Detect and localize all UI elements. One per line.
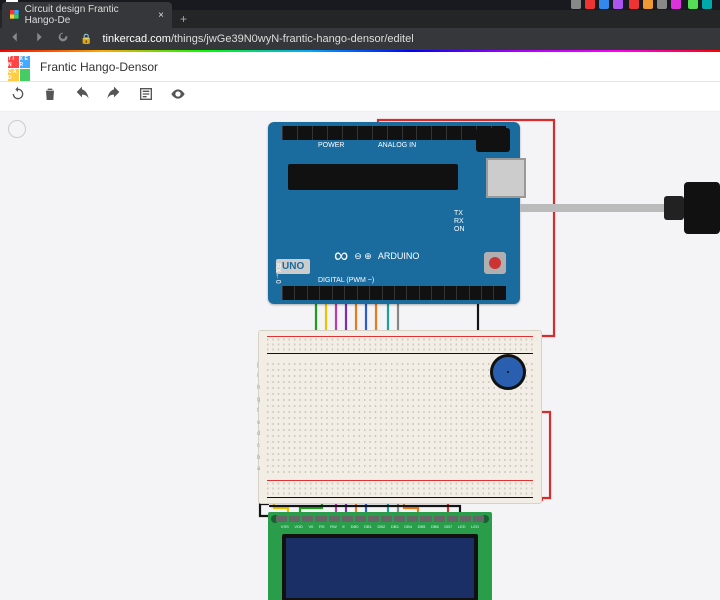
nav-back-button[interactable] (8, 30, 22, 49)
potentiometer[interactable] (490, 354, 526, 390)
uno-label: UNO (276, 259, 310, 274)
arduino-uno-board[interactable]: UNO ∞⊖ ⊕ARDUINO POWER ANALOG IN DIGITAL … (268, 122, 520, 304)
notes-button[interactable] (138, 86, 154, 107)
delete-button[interactable] (42, 86, 58, 107)
analog-label: ANALOG IN (378, 142, 416, 149)
visibility-button[interactable] (170, 86, 186, 107)
zoom-to-fit-button[interactable] (8, 120, 26, 138)
digital-label: DIGITAL (PWM ~) (318, 277, 374, 284)
system-tray (569, 0, 714, 11)
project-name[interactable]: Frantic Hango-Densor (40, 60, 158, 74)
lcd-16x2[interactable]: VSSVDDV0RSRWEDB0DB1DB2DB3DB4DB5DB6DB7LED… (268, 512, 492, 600)
reset-button[interactable] (484, 252, 506, 274)
url-text[interactable]: tinkercad.com/things/jwGe39N0wyN-frantic… (102, 33, 712, 45)
favicon-icon (10, 10, 19, 20)
on-label: ON (454, 226, 465, 233)
arduino-header-top[interactable] (282, 126, 506, 140)
arduino-brand: ∞⊖ ⊕ARDUINO (334, 246, 419, 266)
lock-icon: 🔒 (80, 34, 92, 45)
power-label: POWER (318, 142, 344, 149)
lcd-pin-header[interactable] (276, 516, 484, 524)
editor-toolbar (0, 82, 720, 112)
lcd-screen (282, 534, 478, 600)
close-tab-icon[interactable]: × (158, 10, 164, 21)
tab-title: Circuit design Frantic Hango-De (25, 4, 148, 26)
circuit-canvas[interactable]: UNO ∞⊖ ⊕ARDUINO POWER ANALOG IN DIGITAL … (0, 112, 720, 600)
browser-tab-strip: Circuit design Frantic Hango-De × + (0, 10, 720, 28)
redo-button[interactable] (106, 86, 122, 107)
undo-button[interactable] (74, 86, 90, 107)
browser-tab-active[interactable]: Circuit design Frantic Hango-De × (2, 2, 172, 28)
usb-plug-icon (684, 182, 720, 234)
tx-label: TX (454, 210, 463, 217)
lcd-pin-labels: VSSVDDV0RSRWEDB0DB1DB2DB3DB4DB5DB6DB7LED… (278, 524, 482, 529)
atmega-chip-icon (288, 164, 458, 190)
nav-forward-button[interactable] (32, 30, 46, 49)
breadboard-row-labels: jihgfedcba (257, 359, 267, 475)
arduino-header-bottom[interactable] (282, 286, 506, 300)
nav-reload-button[interactable] (56, 30, 70, 49)
app-header: T I N K E R C A D Frantic Hango-Densor (0, 52, 720, 82)
new-tab-button[interactable]: + (180, 12, 187, 26)
browser-address-bar: 🔒 tinkercad.com/things/jwGe39N0wyN-frant… (0, 28, 720, 50)
rx-label: RX (454, 218, 464, 225)
barrel-jack-icon (476, 128, 510, 152)
tinkercad-logo-icon[interactable]: T I N K E R C A D (8, 56, 30, 78)
usb-cable[interactable] (520, 182, 720, 234)
rotate-button[interactable] (10, 86, 26, 107)
